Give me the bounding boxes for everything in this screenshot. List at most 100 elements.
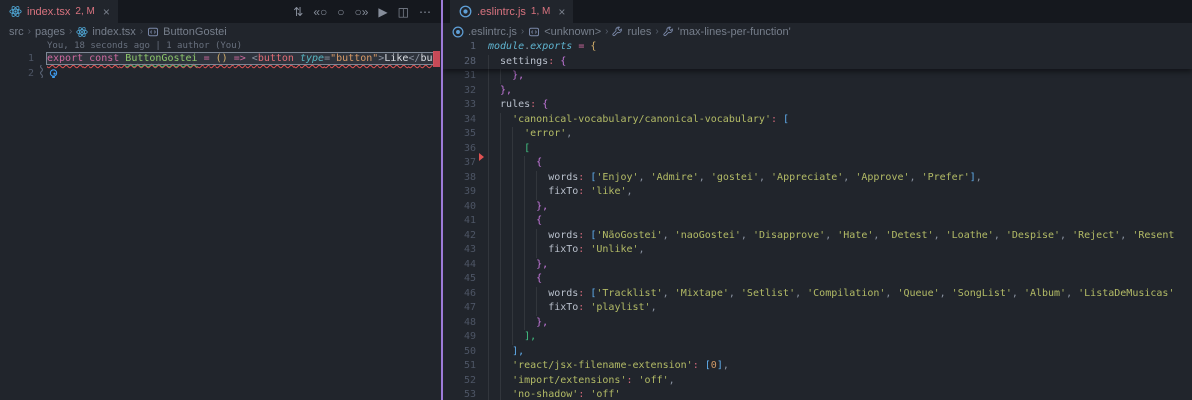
- symbol-box-icon: [528, 26, 540, 38]
- code-line-2[interactable]: 2: [0, 67, 441, 82]
- line-number: 52: [463, 374, 476, 386]
- code-line-31[interactable]: 31},: [443, 69, 1192, 84]
- code-line-38[interactable]: 38 words: ['Enjoy', 'Admire', 'gostei', '…: [443, 170, 1192, 185]
- code-line-46[interactable]: 46 words: ['Tracklist', 'Mixtape', 'Setli…: [443, 286, 1192, 301]
- breadcrumb-label: ButtonGostei: [163, 25, 227, 38]
- next-change-icon[interactable]: ○»: [355, 6, 369, 18]
- code-text: },: [488, 83, 513, 98]
- line-number: 38: [463, 171, 476, 183]
- line-number: 42: [463, 229, 476, 241]
- code-line-45[interactable]: 45 {: [443, 272, 1192, 287]
- editor-actions-toolbar: ⇅ «○ ○ ○» ▶ ◫ ⋯: [293, 0, 441, 23]
- breadcrumb-separator: ›: [605, 26, 609, 37]
- breadcrumb-item[interactable]: src: [9, 26, 24, 38]
- code-text: 'error',: [488, 127, 573, 142]
- code-text: },: [488, 69, 525, 84]
- code-line-40[interactable]: 40},: [443, 199, 1192, 214]
- code-line-47[interactable]: 47 fixTo: 'playlist',: [443, 301, 1192, 316]
- wrench-icon: [612, 26, 623, 37]
- compare-changes-icon[interactable]: ⇅: [293, 6, 303, 18]
- code-text: [: [488, 141, 531, 156]
- code-line-43[interactable]: 43 fixTo: 'Unlike',: [443, 243, 1192, 258]
- code-line-49[interactable]: 49],: [443, 330, 1192, 345]
- code-text: words: ['Tracklist', 'Mixtape', 'Setlist…: [488, 286, 1175, 301]
- tabbar-left: index.tsx 2, M × ⇅ «○ ○ ○» ▶ ◫ ⋯: [0, 0, 441, 23]
- breadcrumb-item[interactable]: 'max-lines-per-function': [663, 26, 791, 38]
- breadcrumb-item[interactable]: <unknown>: [528, 26, 601, 38]
- line-number: 51: [463, 360, 476, 371]
- error-highlight-box: export const ButtonGostei = () => <butto…: [46, 52, 434, 65]
- code-text: 'import/extensions': 'off',: [488, 373, 675, 388]
- line-number: 28: [463, 55, 476, 67]
- current-change-icon[interactable]: ○: [337, 6, 344, 18]
- code-line-41[interactable]: 41 {: [443, 214, 1192, 229]
- breadcrumb-item[interactable]: ButtonGostei: [147, 26, 227, 38]
- code-line-53[interactable]: 53 'no-shadow': 'off': [443, 388, 1192, 400]
- code-line-34[interactable]: 34 'canonical-vocabulary/canonical-vocabu…: [443, 112, 1192, 127]
- code-editor-right[interactable]: 1 module.exports = {28 settings: { 31}, 32}…: [443, 40, 1192, 400]
- code-line-1[interactable]: 1 module.exports = {: [443, 40, 1192, 55]
- code-line-37[interactable]: 37 {: [443, 156, 1192, 171]
- breadcrumb: src › pages › index.tsx › ButtonGostei: [0, 23, 441, 40]
- gitlens-blame-annotation[interactable]: You, 18 seconds ago | 1 author (You): [0, 40, 441, 52]
- breadcrumb-separator: ›: [520, 26, 525, 37]
- breadcrumb-item[interactable]: .eslintrc.js: [452, 26, 517, 38]
- breadcrumb-label: 'max-lines-per-function': [677, 25, 791, 38]
- line-number: 40: [463, 200, 476, 212]
- split-editor-icon[interactable]: ◫: [398, 6, 409, 18]
- line-number: 35: [463, 128, 476, 139]
- close-icon[interactable]: ×: [103, 5, 110, 19]
- code-line-51[interactable]: 51 'react/jsx-filename-extension': [0],: [443, 359, 1192, 374]
- previous-change-icon[interactable]: «○: [313, 6, 327, 18]
- eslint-icon: [452, 26, 464, 38]
- code-line-42[interactable]: 42 words: ['NãoGostei', 'naoGostei', 'Dis…: [443, 228, 1192, 243]
- more-actions-icon[interactable]: ⋯: [419, 6, 431, 18]
- sticky-scroll[interactable]: 1 module.exports = {28 settings: {: [443, 40, 1192, 69]
- line-number: 48: [463, 316, 476, 328]
- code-line-1[interactable]: 1 export const ButtonGostei = () => <butt…: [0, 52, 441, 79]
- code-action-lightbulb-icon[interactable]: [48, 68, 59, 83]
- wrench-icon: [663, 26, 674, 37]
- code-text: {: [488, 156, 543, 171]
- code-text: export const ButtonGostei = () => <butto…: [46, 52, 434, 67]
- tab-index-tsx[interactable]: index.tsx 2, M ×: [0, 0, 118, 23]
- breadcrumb-item[interactable]: pages: [35, 26, 65, 38]
- run-or-debug-icon[interactable]: ▶: [378, 6, 387, 18]
- code-line-52[interactable]: 52 'import/extensions': 'off',: [443, 373, 1192, 388]
- line-number: 36: [463, 142, 476, 154]
- line-number: 31: [463, 70, 476, 81]
- breadcrumb-item[interactable]: index.tsx: [76, 26, 136, 38]
- code-line-39[interactable]: 39 fixTo: 'like',: [443, 185, 1192, 200]
- code-line-33[interactable]: 33 rules: {: [443, 98, 1192, 113]
- breadcrumb-item[interactable]: rules: [612, 26, 651, 38]
- line-number: 50: [463, 345, 476, 357]
- line-number: 39: [463, 186, 476, 197]
- breadcrumb-separator: ›: [139, 26, 144, 37]
- line-number: 32: [463, 84, 476, 96]
- code-line-36[interactable]: 36 [: [443, 141, 1192, 156]
- code-text: [47, 67, 58, 82]
- code-editor-left[interactable]: You, 18 seconds ago | 1 author (You) 1 ex…: [0, 40, 441, 400]
- breadcrumb-label: src: [9, 25, 24, 38]
- code-text: 'react/jsx-filename-extension': [0],: [488, 359, 729, 374]
- code-line-44[interactable]: 44},: [443, 257, 1192, 272]
- code-text: fixTo: 'Unlike',: [488, 243, 645, 258]
- code-text: },: [488, 199, 549, 214]
- code-text: },: [488, 257, 549, 272]
- line-number: 53: [463, 389, 476, 400]
- code-line-48[interactable]: 48},: [443, 315, 1192, 330]
- breadcrumb-separator: ›: [69, 26, 73, 37]
- code-text: fixTo: 'playlist',: [488, 301, 657, 316]
- code-line-50[interactable]: 50],: [443, 344, 1192, 359]
- code-line-35[interactable]: 35 'error',: [443, 127, 1192, 142]
- close-icon[interactable]: ×: [558, 5, 565, 19]
- line-number: 46: [463, 287, 476, 299]
- code-line-32[interactable]: 32},: [443, 83, 1192, 98]
- react-icon: [76, 26, 88, 38]
- eslint-icon: [459, 5, 472, 18]
- breadcrumb-label: rules: [627, 25, 652, 38]
- code-line-28[interactable]: 28 settings: {: [443, 54, 1192, 69]
- tab-label: .eslintrc.js: [477, 5, 526, 18]
- line-number: 47: [463, 302, 476, 313]
- tab-eslintrc-js[interactable]: .eslintrc.js 1, M ×: [450, 0, 574, 23]
